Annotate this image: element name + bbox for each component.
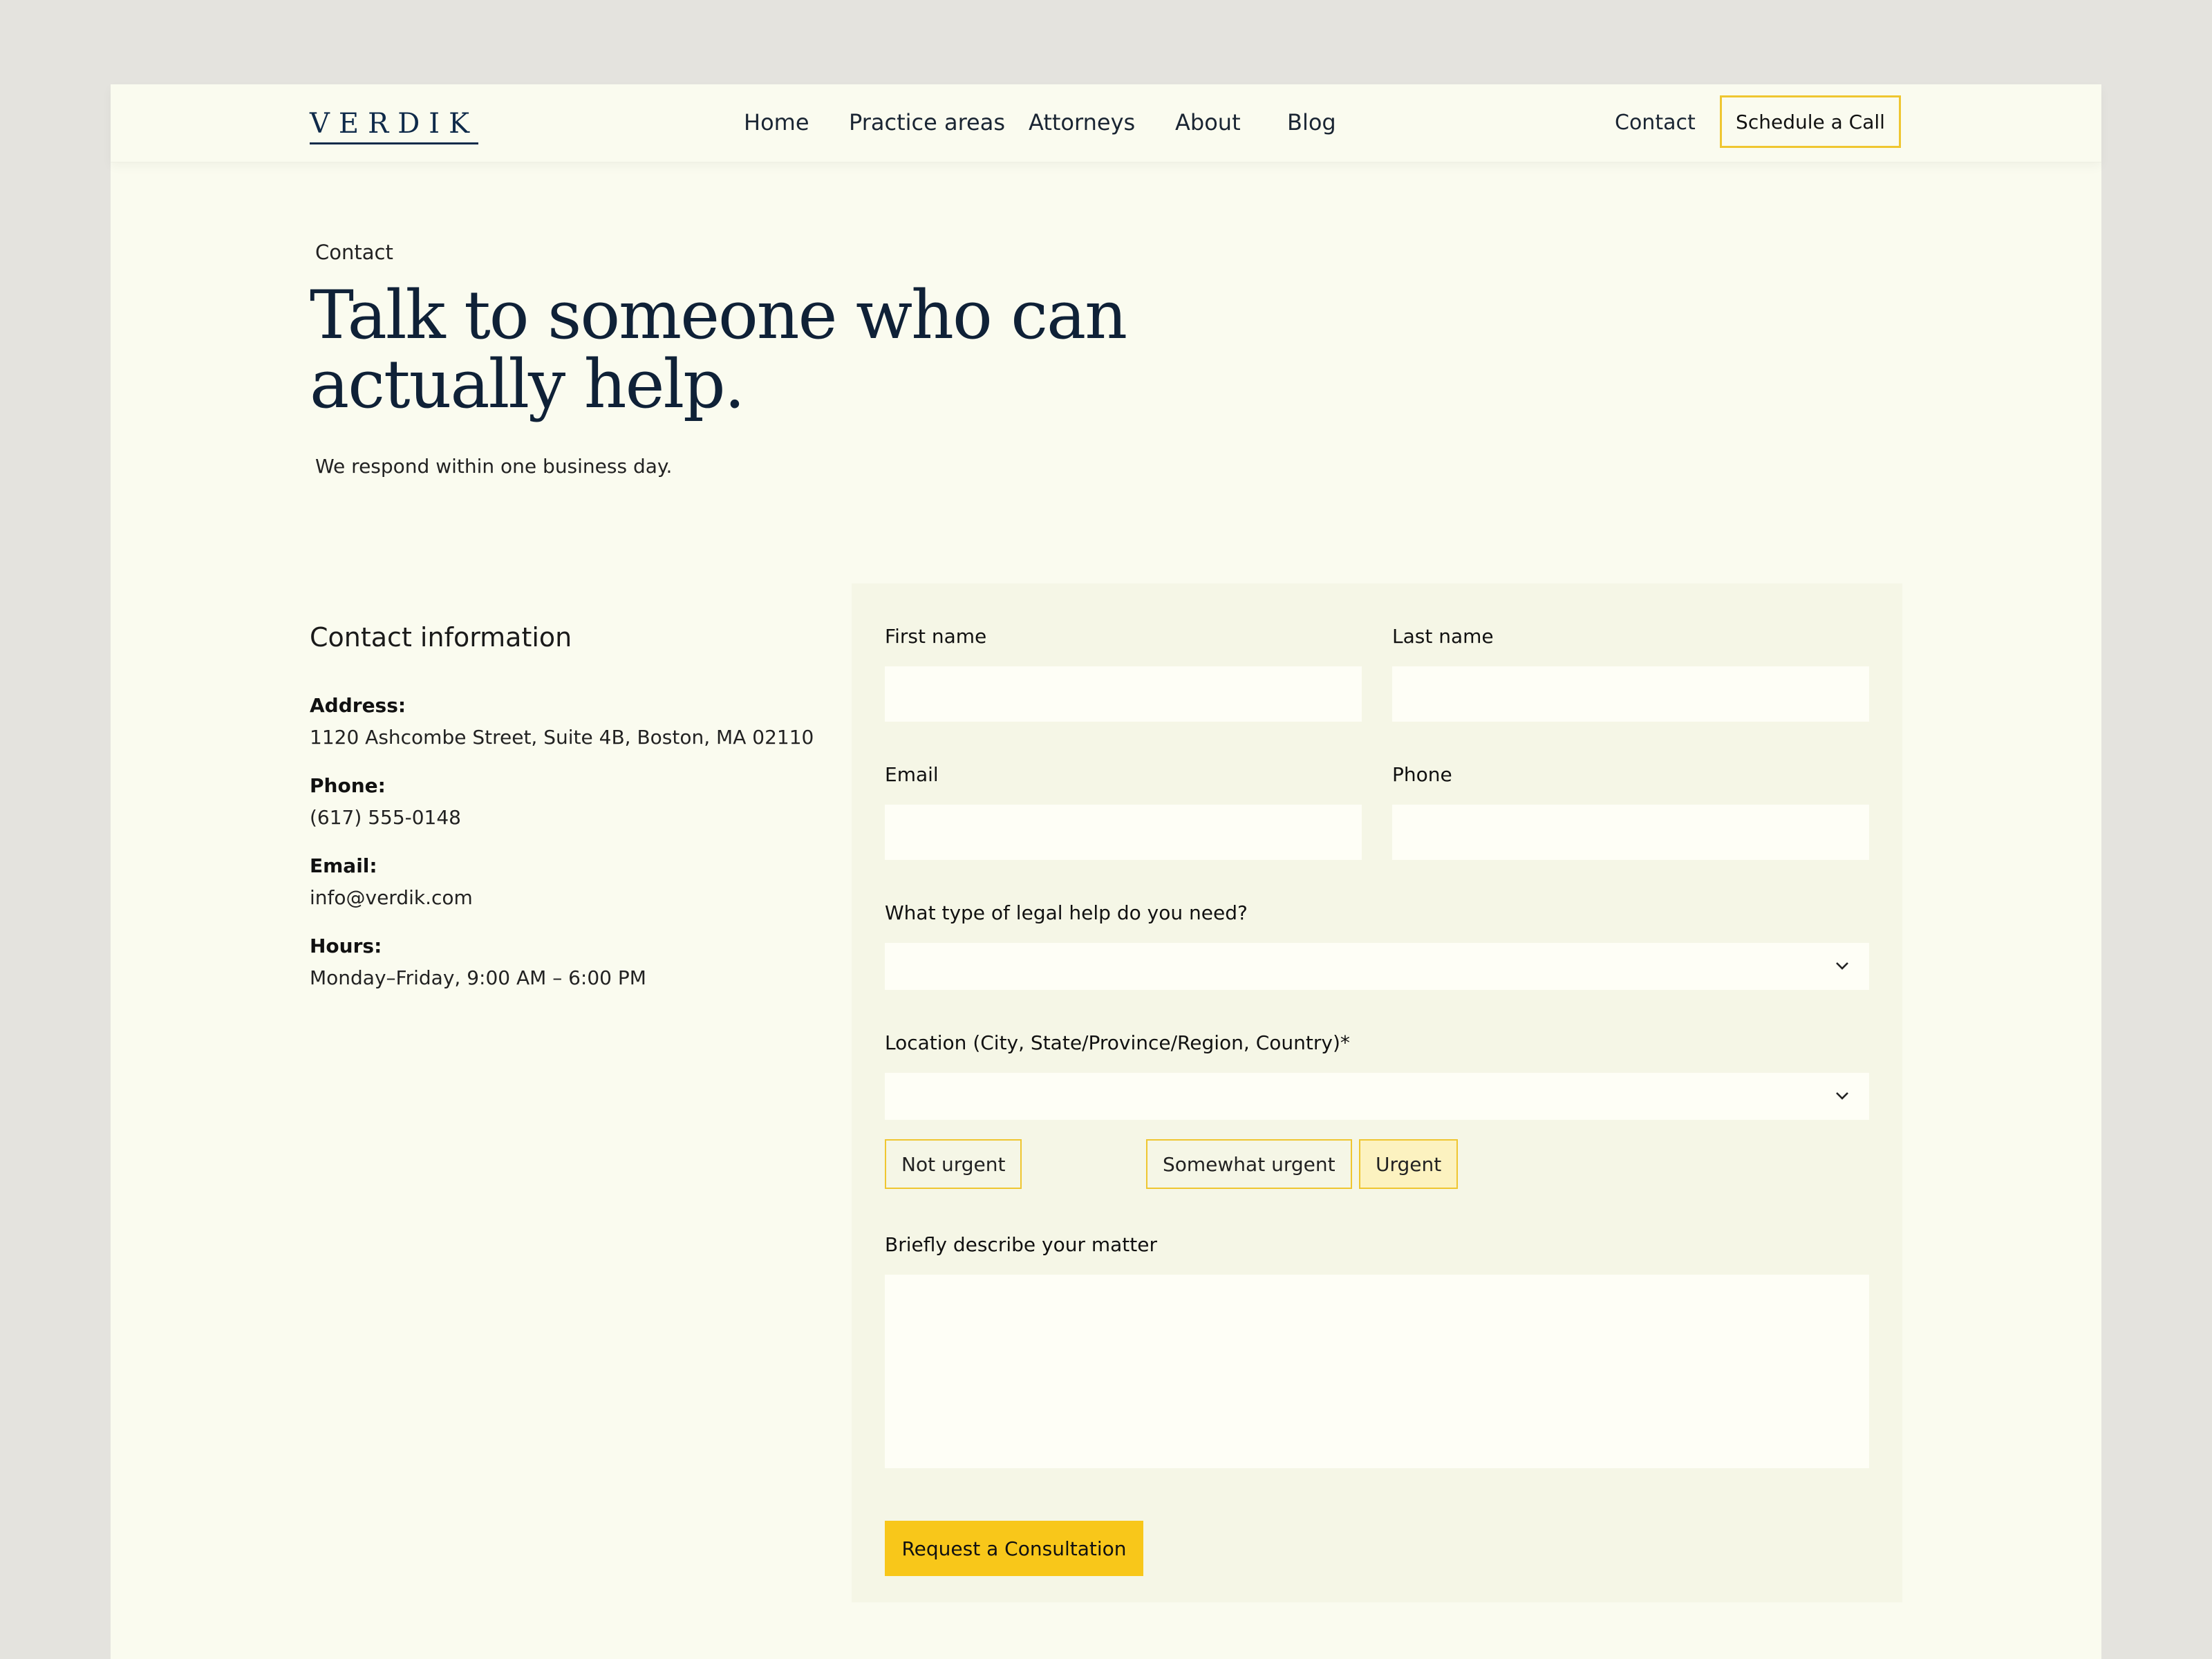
- phone-label: Phone:: [310, 774, 386, 797]
- schedule-call-button[interactable]: Schedule a Call: [1720, 95, 1901, 148]
- nav-practice-areas[interactable]: Practice areas: [849, 109, 1005, 135]
- phone-block: Phone: (617) 555-0148: [310, 770, 461, 834]
- email-field[interactable]: [885, 805, 1362, 860]
- email-label: Email:: [310, 854, 377, 877]
- logo[interactable]: VERDIK: [310, 108, 478, 144]
- phone-value[interactable]: (617) 555-0148: [310, 802, 461, 834]
- first-name-input[interactable]: [885, 666, 1362, 722]
- phone-field-label: Phone: [1392, 763, 1452, 786]
- legal-help-select[interactable]: [885, 943, 1869, 990]
- last-name-input[interactable]: [1392, 666, 1869, 722]
- location-label: Location (City, State/Province/Region, C…: [885, 1031, 1350, 1054]
- consultation-form: First name Last name Email Phone What ty…: [852, 583, 1902, 1602]
- first-name-label: First name: [885, 625, 987, 648]
- request-consultation-button[interactable]: Request a Consultation: [885, 1521, 1143, 1576]
- nav-blog[interactable]: Blog: [1287, 109, 1336, 135]
- nav-attorneys[interactable]: Attorneys: [1029, 109, 1135, 135]
- header-contact-link[interactable]: Contact: [1615, 111, 1696, 135]
- chevron-down-icon: [1836, 1092, 1848, 1100]
- address-block: Address: 1120 Ashcombe Street, Suite 4B,…: [310, 690, 814, 753]
- matter-label: Briefly describe your matter: [885, 1233, 1157, 1256]
- matter-textarea[interactable]: [885, 1275, 1869, 1468]
- nav-about[interactable]: About: [1175, 109, 1241, 135]
- hours-label: Hours:: [310, 935, 382, 957]
- address-label: Address:: [310, 694, 406, 717]
- urgency-somewhat-urgent[interactable]: Somewhat urgent: [1146, 1139, 1352, 1189]
- location-select[interactable]: [885, 1073, 1869, 1120]
- site-header: VERDIK Home Practice areas Attorneys Abo…: [111, 84, 2101, 162]
- last-name-label: Last name: [1392, 625, 1494, 648]
- chevron-down-icon: [1836, 962, 1848, 970]
- page-title: Talk to someone who can actually help.: [310, 276, 1127, 423]
- breadcrumb: Contact: [315, 241, 393, 264]
- urgency-not-urgent[interactable]: Not urgent: [885, 1139, 1022, 1189]
- address-value: 1120 Ashcombe Street, Suite 4B, Boston, …: [310, 726, 814, 749]
- email-block: Email: info@verdik.com: [310, 850, 473, 914]
- hours-block: Hours: Monday–Friday, 9:00 AM – 6:00 PM: [310, 930, 646, 994]
- hours-value: Monday–Friday, 9:00 AM – 6:00 PM: [310, 966, 646, 989]
- contact-info-heading: Contact information: [310, 622, 572, 653]
- email-value[interactable]: info@verdik.com: [310, 882, 473, 914]
- email-field-label: Email: [885, 763, 939, 786]
- page: VERDIK Home Practice areas Attorneys Abo…: [111, 84, 2101, 1659]
- legal-help-label: What type of legal help do you need?: [885, 901, 1248, 924]
- nav-home[interactable]: Home: [744, 109, 809, 135]
- urgency-urgent[interactable]: Urgent: [1359, 1139, 1459, 1189]
- page-subtitle: We respond within one business day.: [315, 455, 673, 478]
- phone-field[interactable]: [1392, 805, 1869, 860]
